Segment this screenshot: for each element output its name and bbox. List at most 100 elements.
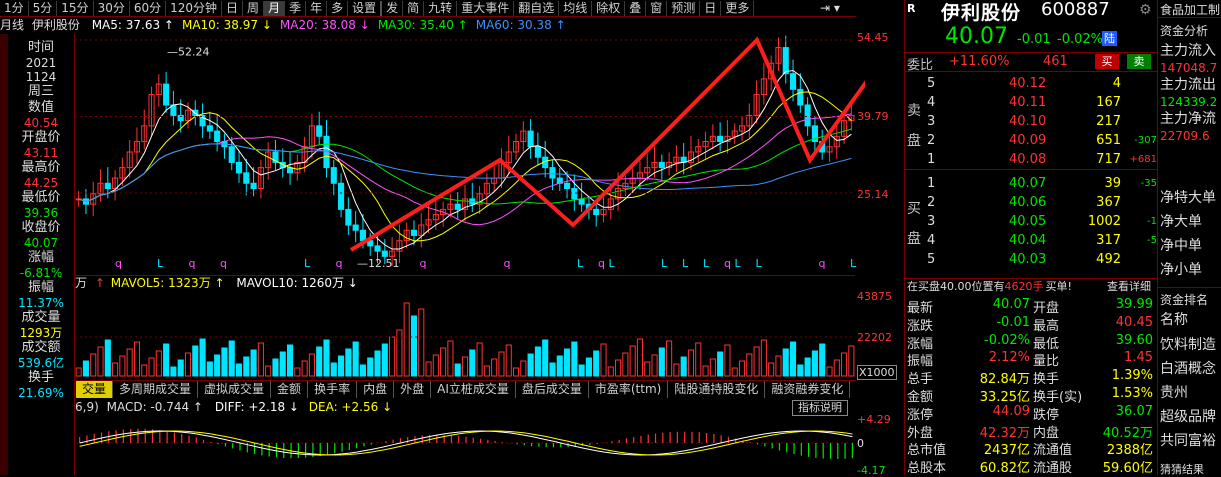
macd-axis-bottom: -4.17 xyxy=(857,464,886,477)
net-item: 净特大单 xyxy=(1160,190,1216,206)
toolbar-item[interactable]: 60分 xyxy=(130,0,167,16)
volume-bar xyxy=(738,360,746,377)
toolbar-item[interactable]: 120分钟 xyxy=(166,0,223,16)
candle-body xyxy=(410,229,418,236)
toolbar-item[interactable]: 窗 xyxy=(646,0,668,16)
volume-bar xyxy=(512,367,520,377)
toolbar-item[interactable]: 翻自选 xyxy=(514,0,560,16)
volume-bar xyxy=(622,352,629,377)
volume-bar xyxy=(272,358,279,377)
bid-row[interactable]: 5 40.03 492 xyxy=(921,250,1157,269)
signal-mark: L xyxy=(703,257,710,270)
toolbar-item[interactable]: 月 xyxy=(264,0,286,16)
volume-bar xyxy=(126,348,133,377)
volume-header: 万 ↑ MAVOL5: 1323万 ↑ MAVOL10: 1260万 ↓ xyxy=(75,275,855,290)
signal-mark: q xyxy=(598,257,605,270)
indicator-tab[interactable]: 内盘 xyxy=(357,381,395,398)
indicator-tab[interactable]: 交量 xyxy=(76,381,114,398)
ask-row[interactable]: 2 40.09 651 -307 xyxy=(921,131,1157,150)
macd-axis-zero: 0 xyxy=(857,437,864,450)
toolbar-item[interactable]: 预测 xyxy=(667,0,701,16)
indicator-help-button[interactable]: 指标说明 xyxy=(792,400,848,416)
indicator-tab[interactable]: 融资融券变化 xyxy=(765,381,851,398)
net-item: 净大单 xyxy=(1160,214,1202,230)
candle-body xyxy=(163,83,170,106)
rank-item[interactable]: 白酒概念 xyxy=(1160,357,1221,381)
axis-label-mid: 39.79 xyxy=(857,110,889,123)
indicator-tab[interactable]: 陆股通持股变化 xyxy=(668,381,766,398)
mavol5: MAVOL5: 1323万 ↑ xyxy=(110,276,225,290)
left-info-value: 39.36 xyxy=(23,206,59,220)
toolbar-item[interactable]: 5分 xyxy=(29,0,58,16)
ask-row[interactable]: 4 40.11 167 xyxy=(921,93,1157,112)
volume-bar xyxy=(666,340,673,377)
view-detail-link[interactable]: 查看详细 xyxy=(1107,279,1151,295)
toolbar-item[interactable]: 多 xyxy=(327,0,349,16)
toolbar-item[interactable]: 1分 xyxy=(0,0,29,16)
toolbar-item[interactable]: 周 xyxy=(243,0,265,16)
rank-item[interactable]: 贵州 xyxy=(1160,381,1221,405)
industry-label[interactable]: 食品加工制 xyxy=(1160,1,1220,18)
bid-row[interactable]: 3 40.05 1002 -1 xyxy=(921,212,1157,231)
indicator-tab[interactable]: 虚拟成交量 xyxy=(198,381,272,398)
volume-bar xyxy=(112,362,119,377)
gear-icon[interactable]: ⚙ xyxy=(1139,2,1152,18)
toolbar-item[interactable]: 叠 xyxy=(625,0,647,16)
bid-row[interactable]: 1 40.07 39 -35 xyxy=(921,174,1157,193)
indicator-tabs: 交量 多周期成交量 虚拟成交量 金额 换手率 内盘 外盘 AI立桩成交量 盘后成交量 市盈率(tt… xyxy=(76,380,856,398)
rank-item[interactable]: 超级品牌 xyxy=(1160,405,1221,429)
collapse-arrow-icon[interactable]: ⇥ ▾ xyxy=(820,0,856,16)
indicator-tab[interactable]: 换手率 xyxy=(308,381,358,398)
ma-header: 月线 伊利股份 MA5: 37.63 ↑ MA10: 38.97 ↓ MA20: 3… xyxy=(0,18,856,33)
volume-bar xyxy=(418,308,425,377)
candle-body xyxy=(782,47,789,75)
volume-bar xyxy=(410,315,418,377)
toolbar-item[interactable]: 日 xyxy=(222,0,244,16)
left-info-label: 时间 xyxy=(27,40,54,55)
vol-axis-unit: X1000 xyxy=(857,365,897,380)
volume-bar xyxy=(286,344,294,377)
toolbar-item[interactable]: 均线 xyxy=(559,0,593,16)
volume-bar xyxy=(680,356,687,377)
kline-chart[interactable]: —52.24—12.51q Lq q Lq q q Lq L L L Lq L Lq L xyxy=(75,32,865,377)
toolbar-item[interactable]: 设置 xyxy=(348,0,383,16)
bid-row[interactable]: 4 40.04 317 -5 xyxy=(921,231,1157,250)
toolbar-item[interactable]: 日 xyxy=(700,0,722,16)
signal-mark: q xyxy=(336,257,343,270)
volume-bar xyxy=(498,351,505,377)
toolbar-item[interactable]: 发 xyxy=(382,0,404,16)
toolbar-item[interactable]: 简 xyxy=(403,0,425,16)
toolbar-item[interactable]: 15分 xyxy=(57,0,94,16)
volume-bar xyxy=(469,349,476,377)
volume-bar xyxy=(381,343,388,377)
sell-button[interactable]: 卖 xyxy=(1127,54,1151,69)
signal-mark: L xyxy=(735,257,742,270)
toolbar-item[interactable]: 年 xyxy=(306,0,328,16)
ask-row[interactable]: 3 40.10 217 xyxy=(921,112,1157,131)
volume-bar xyxy=(163,343,170,377)
toolbar-item[interactable]: 季 xyxy=(285,0,307,16)
volume-bar xyxy=(75,367,82,377)
toolbar-item[interactable]: 九转 xyxy=(424,0,458,16)
ask-row[interactable]: 1 40.08 717 +681 xyxy=(921,150,1157,169)
stat-row: 涨幅 -0.02% 最低 39.60 xyxy=(907,332,1153,352)
indicator-tab[interactable]: 盘后成交量 xyxy=(516,381,589,398)
indicator-tab[interactable]: 市盈率(ttm) xyxy=(589,381,669,398)
left-info-value: 40.07 xyxy=(23,236,59,250)
toolbar-item[interactable]: 30分 xyxy=(94,0,130,16)
toolbar-item[interactable]: 更多 xyxy=(721,0,755,16)
indicator-tab[interactable]: 金额 xyxy=(271,381,309,398)
toolbar-item[interactable]: 重大事件 xyxy=(457,0,515,16)
volume-bar xyxy=(257,342,264,377)
rank-item[interactable]: 饮料制造 xyxy=(1160,333,1221,357)
indicator-tab[interactable]: AI立桩成交量 xyxy=(431,381,516,398)
volume-bar xyxy=(301,360,308,377)
ask-row[interactable]: 5 40.12 4 xyxy=(921,74,1157,93)
indicator-tab[interactable]: 多周期成交量 xyxy=(113,381,199,398)
volume-bar xyxy=(82,360,89,377)
indicator-tab[interactable]: 外盘 xyxy=(394,381,432,398)
bid-row[interactable]: 2 40.06 367 xyxy=(921,193,1157,212)
rank-item[interactable]: 共同富裕 xyxy=(1160,429,1221,453)
buy-button[interactable]: 买 xyxy=(1095,54,1119,69)
toolbar-item[interactable]: 除权 xyxy=(592,0,626,16)
